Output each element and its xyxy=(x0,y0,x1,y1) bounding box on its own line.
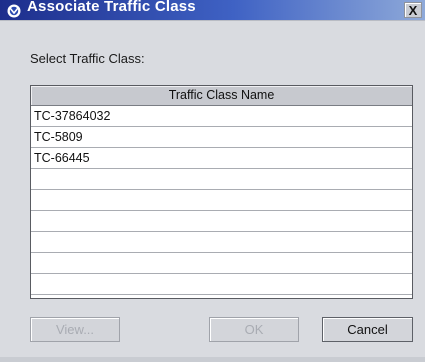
window-bottom-edge xyxy=(0,357,425,362)
table-row[interactable] xyxy=(31,169,412,190)
table-row[interactable] xyxy=(31,232,412,253)
app-logo-icon xyxy=(7,4,21,18)
table-row[interactable] xyxy=(31,253,412,274)
column-header-traffic-class-name[interactable]: Traffic Class Name xyxy=(31,86,412,106)
table-row[interactable] xyxy=(31,211,412,232)
close-button[interactable]: X xyxy=(404,2,422,18)
traffic-class-table[interactable]: Traffic Class Name TC-37864032 TC-5809 T… xyxy=(30,85,413,299)
ok-button[interactable]: OK xyxy=(209,317,299,342)
view-button[interactable]: View... xyxy=(30,317,120,342)
button-bar: View... OK Cancel xyxy=(0,317,425,343)
table-row[interactable] xyxy=(31,274,412,295)
table-row[interactable]: TC-5809 xyxy=(31,127,412,148)
cancel-button[interactable]: Cancel xyxy=(322,317,413,342)
title-bar[interactable]: Associate Traffic Class X xyxy=(0,0,425,20)
table-row[interactable]: TC-66445 xyxy=(31,148,412,169)
window-title: Associate Traffic Class xyxy=(27,0,196,15)
table-row[interactable]: TC-37864032 xyxy=(31,106,412,127)
select-prompt-label: Select Traffic Class: xyxy=(30,51,145,66)
table-row[interactable] xyxy=(31,190,412,211)
title-divider xyxy=(0,20,425,21)
